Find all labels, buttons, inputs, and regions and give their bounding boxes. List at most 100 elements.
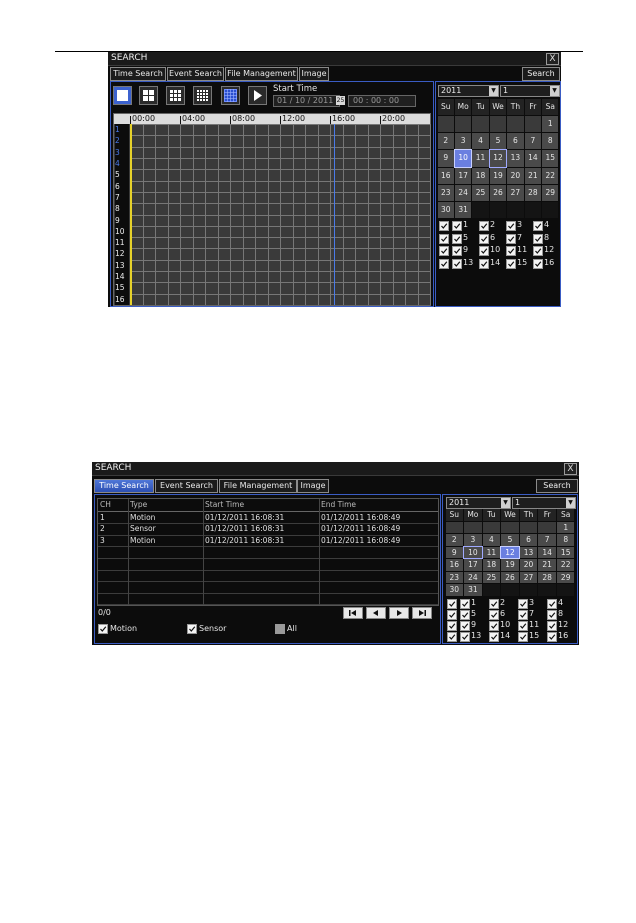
16-split-icon[interactable] [193, 86, 212, 105]
channel-label[interactable]: 7 [115, 191, 129, 204]
tab-event-search[interactable]: Event Search [167, 67, 224, 81]
filter-checkbox-motion[interactable] [98, 624, 108, 634]
column-header[interactable]: Start Time [205, 499, 318, 511]
channel-label[interactable]: 12 [115, 248, 129, 260]
channel-checkbox[interactable] [479, 233, 489, 244]
calendar-day[interactable]: 11 [482, 546, 501, 559]
tab-time-search[interactable]: Time Search [94, 479, 154, 493]
channel-checkbox[interactable] [460, 621, 470, 631]
calendar-day[interactable]: 7 [538, 534, 556, 546]
calendar-day[interactable]: 6 [519, 534, 538, 546]
calendar-day[interactable]: 25 [482, 571, 501, 584]
filter-checkbox-all[interactable] [275, 624, 285, 634]
calendar-day[interactable]: 27 [519, 571, 538, 584]
all-channels-checkbox[interactable] [447, 632, 457, 642]
tab-image[interactable]: Image [297, 479, 329, 493]
calendar-day[interactable]: 20 [507, 167, 524, 184]
calendar-picker-button[interactable]: 25 [336, 96, 345, 105]
calendar-day[interactable]: 10 [463, 545, 483, 560]
calendar-day[interactable]: 15 [556, 546, 575, 559]
column-header[interactable]: CH [100, 499, 127, 511]
calendar-day[interactable]: 28 [524, 184, 542, 201]
channel-checkbox[interactable] [489, 599, 499, 609]
channel-checkbox[interactable] [547, 610, 557, 620]
all-channels-checkbox[interactable] [447, 621, 457, 631]
channel-checkbox[interactable] [460, 632, 470, 642]
table-cell[interactable]: 2 [100, 523, 127, 535]
channel-label[interactable]: 1 [115, 124, 129, 136]
table-cell[interactable]: 01/12/2011 16:08:49 [321, 523, 437, 535]
year-select[interactable]: 2011 ▼ [446, 497, 511, 509]
channel-label[interactable]: 10 [115, 225, 129, 238]
calendar-day[interactable]: 1 [542, 116, 559, 133]
calendar-day[interactable]: 15 [542, 150, 559, 167]
1-split-icon[interactable] [113, 86, 132, 105]
calendar-day[interactable]: 5 [501, 534, 519, 546]
calendar-day[interactable]: 29 [556, 571, 575, 584]
calendar-day[interactable]: 21 [538, 559, 556, 571]
tab-event-search[interactable]: Event Search [155, 479, 218, 493]
calendar-day[interactable]: 25 [472, 184, 489, 201]
month-select[interactable]: 1 ▼ [500, 85, 560, 97]
channel-checkbox[interactable] [489, 632, 499, 642]
tab-file-management[interactable]: File Management [225, 67, 298, 81]
channel-checkbox[interactable] [452, 246, 462, 256]
calendar-day[interactable]: 3 [454, 133, 472, 150]
full-grid-icon[interactable] [221, 86, 240, 105]
all-channels-checkbox[interactable] [439, 246, 449, 256]
channel-checkbox[interactable] [479, 221, 489, 231]
4-split-icon[interactable] [139, 86, 158, 105]
column-header[interactable]: Type [130, 499, 202, 511]
calendar-day[interactable]: 6 [507, 133, 524, 150]
channel-checkbox[interactable] [506, 258, 516, 269]
calendar-day[interactable]: 14 [538, 546, 556, 559]
calendar-day[interactable]: 12 [488, 149, 508, 168]
table-cell[interactable]: 01/12/2011 16:08:31 [205, 512, 318, 524]
play-icon[interactable] [248, 86, 267, 105]
all-channels-checkbox[interactable] [439, 221, 449, 231]
calendar-day[interactable]: 9 [437, 150, 454, 167]
channel-checkbox[interactable] [452, 258, 462, 269]
table-cell[interactable]: Motion [130, 512, 202, 524]
tab-image[interactable]: Image [299, 67, 329, 81]
calendar-day[interactable]: 12 [500, 545, 520, 560]
date-field[interactable]: 01 / 10 / 2011 [273, 95, 340, 107]
channel-checkbox[interactable] [547, 599, 557, 609]
channel-label[interactable]: 13 [115, 259, 129, 272]
channel-checkbox[interactable] [533, 221, 543, 231]
all-channels-checkbox[interactable] [439, 233, 449, 244]
tab-time-search[interactable]: Time Search [110, 67, 166, 81]
table-cell[interactable]: 01/12/2011 16:08:49 [321, 535, 437, 547]
calendar-day[interactable]: 9 [445, 546, 464, 559]
channel-checkbox[interactable] [518, 599, 528, 609]
calendar-day[interactable]: 16 [437, 167, 454, 184]
calendar-day[interactable]: 19 [501, 559, 519, 571]
channel-checkbox[interactable] [533, 233, 543, 244]
calendar-day[interactable]: 2 [437, 133, 454, 150]
channel-checkbox[interactable] [452, 233, 462, 244]
channel-label[interactable]: 2 [115, 135, 129, 147]
search-button[interactable]: Search [536, 479, 578, 493]
calendar-day[interactable]: 3 [464, 534, 482, 546]
all-channels-checkbox[interactable] [447, 610, 457, 620]
calendar-day[interactable]: 26 [489, 184, 507, 201]
channel-checkbox[interactable] [518, 632, 528, 642]
calendar-day[interactable]: 1 [556, 521, 575, 534]
month-select[interactable]: 1 ▼ [512, 497, 576, 509]
channel-checkbox[interactable] [506, 233, 516, 244]
channel-label[interactable]: 5 [115, 169, 129, 181]
table-cell[interactable]: 01/12/2011 16:08:49 [321, 512, 437, 524]
calendar-day[interactable]: 23 [437, 184, 454, 201]
channel-checkbox[interactable] [547, 621, 557, 631]
calendar-day[interactable]: 22 [556, 559, 575, 571]
calendar-day[interactable]: 28 [538, 571, 556, 584]
calendar-day[interactable]: 4 [472, 133, 489, 150]
calendar-day[interactable]: 14 [524, 150, 542, 167]
channel-label[interactable]: 15 [115, 282, 129, 294]
calendar-day[interactable]: 16 [445, 559, 464, 571]
calendar-day[interactable]: 17 [464, 559, 482, 571]
table-cell[interactable]: Motion [130, 535, 202, 547]
channel-checkbox[interactable] [547, 632, 557, 642]
channel-label[interactable]: 16 [115, 293, 129, 305]
next-page-button[interactable] [389, 607, 409, 619]
